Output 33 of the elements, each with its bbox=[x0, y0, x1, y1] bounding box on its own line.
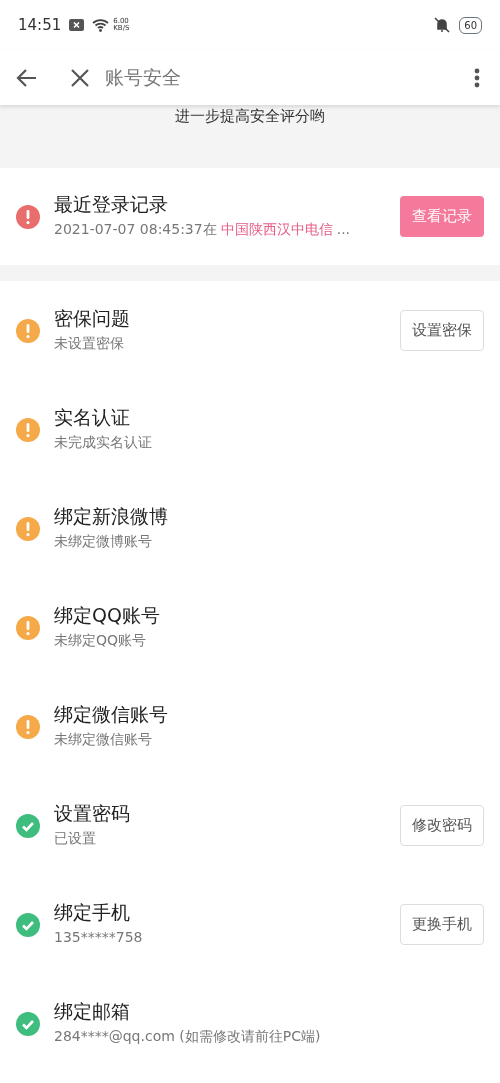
back-icon[interactable] bbox=[16, 67, 38, 88]
item-subtitle: 未设置密保 bbox=[54, 334, 125, 354]
wifi-icon bbox=[92, 18, 110, 32]
item-subtitle: 未绑定微信账号 bbox=[54, 730, 153, 750]
item-title: 绑定邮箱 bbox=[54, 999, 131, 1023]
hint-text: 进一步提高安全评分哟 bbox=[175, 106, 325, 127]
item-title: 绑定QQ账号 bbox=[54, 603, 161, 627]
clock-time: 14:51 bbox=[18, 14, 62, 36]
action-button[interactable]: 更换手机 bbox=[400, 904, 484, 945]
item-title: 实名认证 bbox=[54, 405, 131, 429]
login-location: 中国陕西汉中电信 bbox=[220, 221, 333, 238]
item-title: 密保问题 bbox=[54, 306, 131, 330]
battery-icon: 60 bbox=[459, 16, 482, 34]
item-title: 设置密码 bbox=[54, 801, 131, 825]
more-icon[interactable] bbox=[474, 67, 480, 88]
item-subtitle: 135*****758 bbox=[54, 928, 144, 948]
mute-icon bbox=[433, 17, 452, 33]
item-title: 最近登录记录 bbox=[54, 192, 169, 216]
item-subtitle: 未绑定微博账号 bbox=[54, 532, 153, 552]
notification-icon bbox=[69, 19, 85, 31]
item-subtitle: 未绑定QQ账号 bbox=[54, 631, 148, 651]
item-subtitle: 已设置 bbox=[54, 829, 97, 849]
action-button[interactable]: 修改密码 bbox=[400, 805, 484, 846]
item-subtitle: 未完成实名认证 bbox=[54, 433, 153, 453]
item-subtitle: 284****@qq.com (如需修改请前往PC端) bbox=[54, 1027, 322, 1047]
item-title: 绑定手机 bbox=[54, 900, 131, 924]
close-icon[interactable] bbox=[71, 68, 89, 87]
ellipsis-text: ... bbox=[336, 221, 351, 238]
action-button[interactable]: 设置密保 bbox=[400, 310, 484, 351]
page-title: 账号安全 bbox=[105, 65, 181, 91]
item-title: 绑定微信账号 bbox=[54, 702, 169, 726]
item-title: 绑定新浪微博 bbox=[54, 504, 169, 528]
login-time: 2021-07-07 08:45:37在 bbox=[54, 221, 217, 238]
